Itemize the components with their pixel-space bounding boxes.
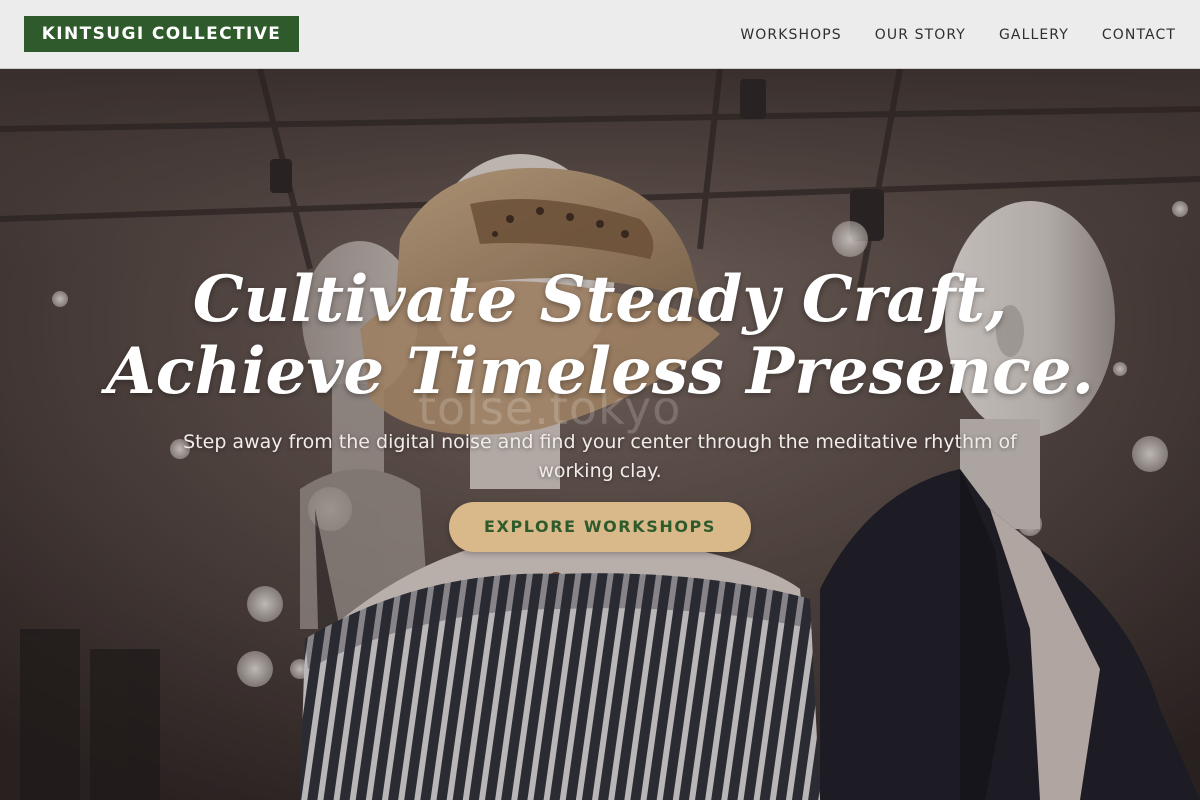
site-logo[interactable]: KINTSUGI COLLECTIVE [24,16,299,52]
explore-workshops-button[interactable]: EXPLORE WORKSHOPS [449,502,751,552]
hero-subtitle: Step away from the digital noise and fin… [183,431,1017,482]
hero-title: Cultivate Steady Craft, Achieve Timeless… [0,264,1200,408]
main-nav: WORKSHOPS OUR STORY GALLERY CONTACT [740,0,1176,69]
nav-item-gallery[interactable]: GALLERY [999,27,1069,43]
hero-title-line-2: Achieve Timeless Presence. [106,334,1094,409]
nav-item-contact[interactable]: CONTACT [1102,27,1176,43]
hero-title-line-1: Cultivate Steady Craft, [192,262,1008,337]
nav-item-our-story[interactable]: OUR STORY [875,27,966,43]
nav-item-workshops[interactable]: WORKSHOPS [740,27,841,43]
site-header: KINTSUGI COLLECTIVE WORKSHOPS OUR STORY … [0,0,1200,69]
